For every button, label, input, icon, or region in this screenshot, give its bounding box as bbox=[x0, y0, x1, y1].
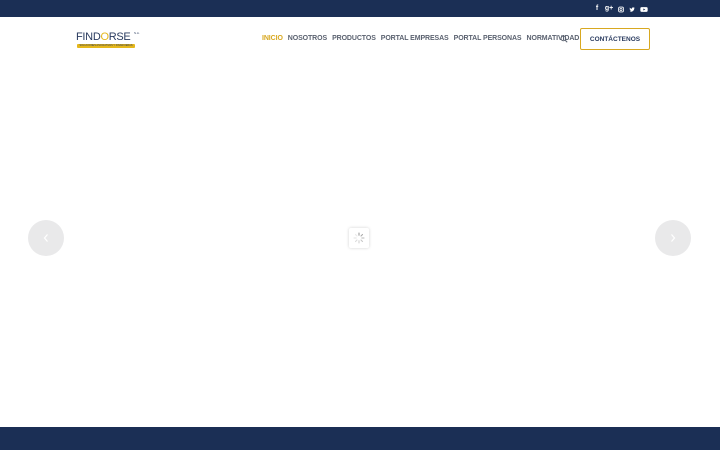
facebook-icon[interactable]: f bbox=[594, 5, 600, 13]
hero-slider bbox=[0, 61, 720, 427]
twitter-icon[interactable] bbox=[629, 5, 635, 13]
nav-item-nosotros[interactable]: NOSOTROS bbox=[288, 34, 327, 44]
slider-next-button[interactable] bbox=[655, 220, 691, 256]
slider-prev-button[interactable] bbox=[28, 220, 64, 256]
main-nav: INICIO NOSOTROS PRODUCTOS PORTAL EMPRESA… bbox=[262, 34, 579, 44]
chevron-left-icon bbox=[43, 234, 48, 242]
logo-wordmark: FINDORSE bbox=[76, 31, 131, 43]
contact-button[interactable]: CONTÁCTENOS bbox=[580, 28, 650, 50]
social-links: f g+ bbox=[594, 4, 648, 14]
nav-item-productos[interactable]: PRODUCTOS bbox=[332, 34, 376, 44]
logo-suffix: S.A. bbox=[134, 31, 140, 35]
findorse-logo[interactable]: FINDORSE S.A. SOLUCIONES ASOCIATIVAS Y F… bbox=[76, 31, 140, 51]
instagram-icon[interactable] bbox=[618, 5, 624, 13]
youtube-icon[interactable] bbox=[640, 5, 648, 13]
top-bar: f g+ bbox=[0, 0, 720, 17]
nav-item-portal-empresas[interactable]: PORTAL EMPRESAS bbox=[381, 34, 449, 44]
nav-item-inicio[interactable]: INICIO bbox=[262, 34, 283, 44]
nav-item-portal-personas[interactable]: PORTAL PERSONAS bbox=[454, 34, 522, 44]
site-header: FINDORSE S.A. SOLUCIONES ASOCIATIVAS Y F… bbox=[0, 17, 720, 61]
slide-loader bbox=[349, 228, 369, 248]
spinner-icon bbox=[353, 232, 365, 244]
logo-tagline: SOLUCIONES ASOCIATIVAS Y FINANCIERAS bbox=[77, 44, 135, 48]
nav-item-normatividad[interactable]: NORMATIVIDAD bbox=[527, 34, 580, 44]
search-icon[interactable] bbox=[560, 35, 568, 43]
google-plus-icon[interactable]: g+ bbox=[605, 5, 613, 13]
footer-band bbox=[0, 427, 720, 450]
chevron-right-icon bbox=[671, 234, 676, 242]
